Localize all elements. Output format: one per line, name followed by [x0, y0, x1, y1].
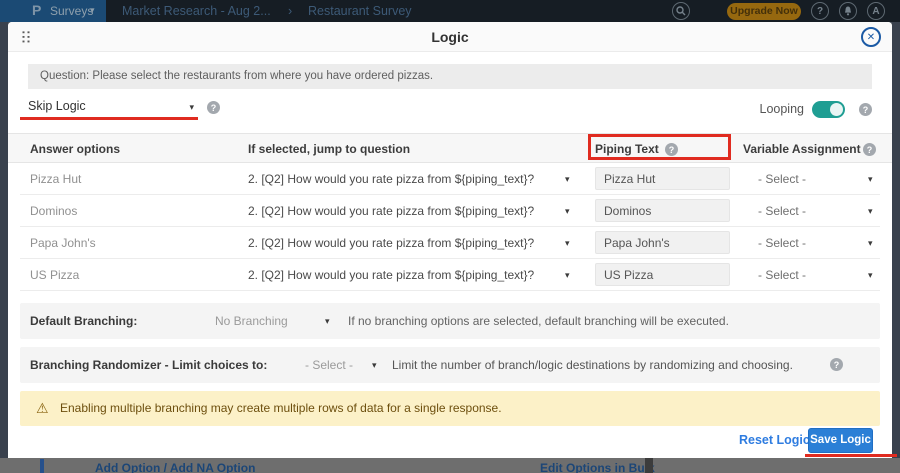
answer-option-label: Papa John's [30, 227, 96, 259]
randomizer-limit-dropdown[interactable]: - Select - [305, 347, 353, 383]
chevron-down-icon[interactable]: ▾ [868, 174, 873, 185]
logic-table-header: Answer options If selected, jump to ques… [8, 133, 892, 163]
chevron-down-icon[interactable]: ▾ [325, 316, 330, 327]
variable-assignment-dropdown[interactable]: - Select - [758, 163, 806, 195]
default-branching-label: Default Branching: [30, 303, 137, 339]
warning-text: Enabling multiple branching may create m… [60, 391, 502, 426]
add-option-link[interactable]: Add Option / Add NA Option [95, 461, 255, 473]
header-variable-assignment: Variable Assignment [743, 134, 861, 164]
bell-glyph [843, 6, 853, 17]
annotation-box-piping-text [588, 134, 731, 160]
question-context-bar: Question: Please select the restaurants … [28, 64, 872, 89]
branching-randomizer-note: Limit the number of branch/logic destina… [392, 347, 793, 383]
questionpro-logo-icon[interactable]: P [32, 2, 41, 18]
chevron-down-icon[interactable]: ▾ [868, 206, 873, 217]
top-navigation-bar: P Surveys ▾ Market Research - Aug 2... ›… [0, 0, 900, 22]
annotation-underline-save-logic [805, 454, 897, 457]
table-row: Papa John's 2. [Q2] How would you rate p… [20, 227, 880, 259]
logic-type-help-icon[interactable]: ? [207, 101, 220, 114]
close-icon[interactable]: ✕ [861, 27, 881, 47]
toggle-knob [830, 103, 843, 116]
default-branching-note: If no branching options are selected, de… [348, 303, 729, 339]
looping-toggle[interactable] [812, 101, 845, 118]
breadcrumb-current: Restaurant Survey [308, 4, 412, 18]
dimmed-page-left-edge [0, 22, 8, 473]
breadcrumb-separator-icon: › [288, 4, 292, 18]
page-divider [645, 458, 653, 473]
breadcrumb-parent[interactable]: Market Research - Aug 2... [122, 4, 271, 18]
notifications-bell-icon[interactable] [839, 2, 857, 20]
chevron-down-icon[interactable]: ▾ [565, 206, 570, 217]
question-selection-bar [40, 459, 44, 473]
table-row: Dominos 2. [Q2] How would you rate pizza… [20, 195, 880, 227]
answer-option-label: US Pizza [30, 259, 79, 291]
chevron-down-icon[interactable]: ▾ [868, 238, 873, 249]
edit-options-in-bulk-link[interactable]: Edit Options in Bulk [540, 461, 655, 473]
dimmed-page-right-edge [892, 22, 900, 473]
piping-text-input[interactable] [595, 231, 730, 254]
screen: P Surveys ▾ Market Research - Aug 2... ›… [0, 0, 900, 473]
warning-triangle-icon: ⚠ [36, 400, 49, 417]
logic-type-value: Skip Logic [28, 99, 86, 113]
branching-randomizer-section: Branching Randomizer - Limit choices to:… [20, 347, 880, 383]
annotation-underline-skip-logic [20, 117, 198, 120]
warning-banner: ⚠ Enabling multiple branching may create… [20, 391, 880, 426]
save-logic-button[interactable]: Save Logic [808, 428, 873, 453]
question-text: Question: Please select the restaurants … [40, 70, 433, 82]
header-jump-to-question: If selected, jump to question [248, 134, 410, 164]
variable-assignment-dropdown[interactable]: - Select - [758, 227, 806, 259]
table-row: US Pizza 2. [Q2] How would you rate pizz… [20, 259, 880, 291]
randomizer-help-icon[interactable]: ? [830, 358, 843, 371]
chevron-down-icon[interactable]: ▾ [372, 360, 377, 371]
magnifier-glyph [676, 6, 686, 16]
default-branching-dropdown[interactable]: No Branching [215, 303, 288, 339]
upgrade-now-button[interactable]: Upgrade Now [727, 3, 801, 20]
product-menu-surveys[interactable]: Surveys [50, 4, 93, 18]
modal-header: Logic ✕ [8, 22, 892, 52]
jump-question-dropdown[interactable]: 2. [Q2] How would you rate pizza from ${… [248, 195, 534, 227]
jump-question-dropdown[interactable]: 2. [Q2] How would you rate pizza from ${… [248, 259, 534, 291]
logic-modal: Logic ✕ Question: Please select the rest… [8, 22, 892, 458]
branching-randomizer-label: Branching Randomizer - Limit choices to: [30, 347, 267, 383]
looping-help-icon[interactable]: ? [859, 103, 872, 116]
reset-logic-link[interactable]: Reset Logic [739, 433, 810, 447]
variable-assignment-help-icon[interactable]: ? [863, 143, 876, 156]
jump-question-dropdown[interactable]: 2. [Q2] How would you rate pizza from ${… [248, 227, 534, 259]
chevron-down-icon[interactable]: ▾ [565, 270, 570, 281]
variable-assignment-dropdown[interactable]: - Select - [758, 259, 806, 291]
chevron-down-icon[interactable]: ▾ [868, 270, 873, 281]
table-row: Pizza Hut 2. [Q2] How would you rate piz… [20, 163, 880, 195]
modal-title: Logic [8, 22, 892, 52]
looping-label: Looping [748, 102, 804, 116]
avatar[interactable]: A [867, 2, 885, 20]
variable-assignment-dropdown[interactable]: - Select - [758, 195, 806, 227]
chevron-down-icon[interactable]: ▾ [565, 174, 570, 185]
jump-question-dropdown[interactable]: 2. [Q2] How would you rate pizza from ${… [248, 163, 534, 195]
default-branching-section: Default Branching: No Branching ▾ If no … [20, 303, 880, 339]
chevron-down-icon[interactable]: ▾ [565, 238, 570, 249]
answer-option-label: Dominos [30, 195, 77, 227]
logic-type-dropdown[interactable]: Skip Logic ▾ [20, 96, 198, 118]
piping-text-input[interactable] [595, 167, 730, 190]
brand-area: P Surveys ▾ [0, 0, 106, 22]
chevron-down-icon: ▾ [189, 102, 194, 113]
search-icon[interactable] [672, 2, 690, 20]
answer-option-label: Pizza Hut [30, 163, 81, 195]
help-icon[interactable]: ? [811, 2, 829, 20]
piping-text-input[interactable] [595, 199, 730, 222]
piping-text-input[interactable] [595, 263, 730, 286]
chevron-down-icon: ▾ [90, 5, 95, 16]
header-answer-options: Answer options [30, 134, 120, 164]
dimmed-page-bottom: Add Option / Add NA Option Edit Options … [0, 458, 900, 473]
